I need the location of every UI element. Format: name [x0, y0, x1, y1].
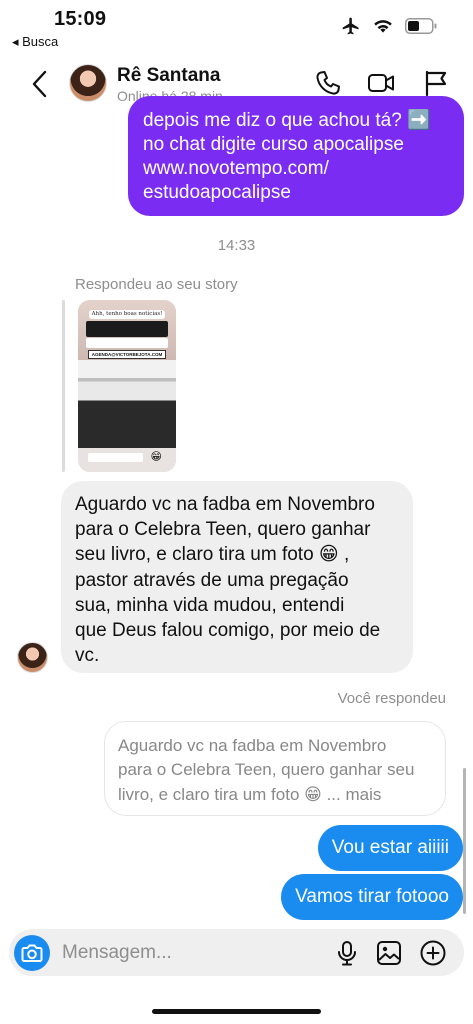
- contact-name[interactable]: Rê Santana: [117, 65, 220, 87]
- phone-icon[interactable]: [313, 68, 343, 98]
- story-reply-label: Respondeu ao seu story: [75, 276, 238, 293]
- message-input[interactable]: [62, 940, 322, 966]
- story-card-dark: [86, 321, 168, 337]
- reply-indicator-bar: [62, 300, 65, 472]
- flag-icon[interactable]: [421, 68, 451, 98]
- story-photo: [78, 360, 176, 450]
- message-composer: [9, 929, 464, 976]
- story-thumbnail[interactable]: Ahh, tenho boas notícias! AGENDA@VICTORB…: [78, 300, 176, 472]
- story-emoji: 😁: [150, 451, 162, 463]
- camera-button[interactable]: [14, 935, 50, 971]
- contact-avatar[interactable]: [69, 64, 107, 102]
- airplane-icon: [342, 17, 359, 35]
- camera-icon: [21, 944, 43, 962]
- incoming-message[interactable]: Aguardo vc na fadba em Novembro para o C…: [61, 481, 413, 673]
- wifi-icon: [374, 20, 392, 33]
- status-icons: [341, 16, 437, 36]
- outgoing-promo-text: depois me diz o que achou tá? ➡️ no chat…: [143, 110, 431, 203]
- microphone-icon[interactable]: [333, 939, 361, 967]
- incoming-message-text: Aguardo vc na fadba em Novembro para o C…: [75, 494, 381, 667]
- back-chevron-icon[interactable]: [28, 68, 52, 100]
- message-timestamp: 14:33: [217, 237, 256, 254]
- add-icon[interactable]: [419, 939, 447, 967]
- story-card-title: Ahh, tenho boas notícias!: [89, 310, 165, 319]
- back-to-app-link[interactable]: ◂ Busca: [12, 34, 58, 50]
- status-time: 15:09: [54, 8, 107, 30]
- sender-avatar[interactable]: [17, 642, 48, 673]
- outgoing-promo-message[interactable]: depois me diz o que achou tá? ➡️ no chat…: [128, 96, 464, 216]
- you-replied-label: Você respondeu: [337, 690, 446, 707]
- story-card-light: [86, 338, 168, 348]
- story-footer: 😁: [78, 448, 176, 472]
- home-indicator[interactable]: [152, 1009, 321, 1014]
- outgoing-message[interactable]: Vou estar aiiiii: [317, 825, 463, 871]
- story-caption: [88, 453, 143, 462]
- scrollbar[interactable]: [463, 768, 466, 914]
- gallery-icon[interactable]: [375, 939, 403, 967]
- video-icon[interactable]: [366, 68, 396, 98]
- status-bar: 15:09 ◂ Busca: [0, 0, 473, 52]
- quoted-message[interactable]: Aguardo vc na fadba em Novembro para o C…: [104, 721, 446, 816]
- battery-icon: [405, 18, 437, 34]
- outgoing-message[interactable]: Vamos tirar fotooo: [281, 874, 463, 920]
- story-card-link: AGENDA@VICTORBEJOTA.COM: [88, 350, 166, 359]
